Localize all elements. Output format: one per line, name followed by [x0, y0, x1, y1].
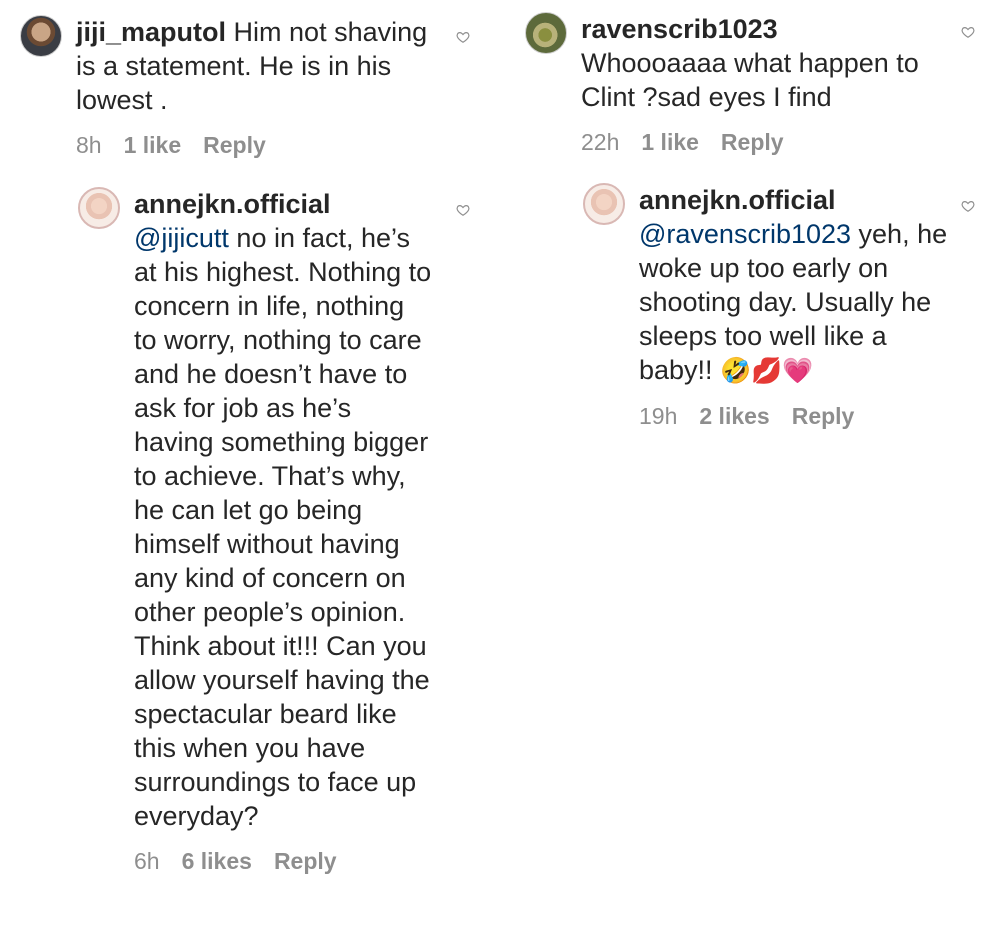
- reply-button[interactable]: Reply: [721, 129, 784, 156]
- heart-outline-icon[interactable]: [961, 25, 975, 39]
- likes-count[interactable]: 1 like: [641, 129, 699, 156]
- comment-text: annejkn.official @ravenscrib1023 yeh, he…: [639, 183, 957, 388]
- avatar[interactable]: [78, 187, 120, 229]
- heart-outline-icon[interactable]: [456, 203, 470, 217]
- username[interactable]: annejkn.official: [134, 189, 331, 219]
- comment-content: no in fact, he’s at his highest. Nothing…: [134, 223, 432, 831]
- username[interactable]: jiji_maputol: [76, 17, 226, 47]
- comment-content: Whoooaaaa what happen to Clint ?sad eyes…: [581, 48, 919, 112]
- reply-button[interactable]: Reply: [792, 403, 855, 430]
- comment-text: ravenscrib1023 Whoooaaaa what happen to …: [581, 12, 941, 114]
- comment-text: annejkn.official @jijicutt no in fact, h…: [134, 187, 434, 833]
- avatar[interactable]: [20, 15, 62, 57]
- heart-outline-icon[interactable]: [456, 30, 470, 44]
- avatar[interactable]: [525, 12, 567, 54]
- reply-button[interactable]: Reply: [203, 132, 266, 159]
- likes-count[interactable]: 6 likes: [182, 848, 252, 875]
- username[interactable]: ravenscrib1023: [581, 14, 778, 44]
- likes-count[interactable]: 2 likes: [699, 403, 769, 430]
- avatar[interactable]: [583, 183, 625, 225]
- comment-time: 6h: [134, 848, 160, 874]
- username[interactable]: annejkn.official: [639, 185, 836, 215]
- reply-button[interactable]: Reply: [274, 848, 337, 875]
- comment-meta: 8h 1 like Reply: [76, 132, 446, 159]
- comment-body: annejkn.official @ravenscrib1023 yeh, he…: [639, 183, 957, 430]
- comment-time: 8h: [76, 132, 102, 158]
- reply-comment: annejkn.official @jijicutt no in fact, h…: [78, 187, 458, 875]
- likes-count[interactable]: 1 like: [124, 132, 182, 159]
- emoji-group: 🤣💋💗: [720, 356, 814, 385]
- reply-comment: annejkn.official @ravenscrib1023 yeh, he…: [583, 183, 963, 430]
- comment-meta: 19h 2 likes Reply: [639, 403, 957, 430]
- comment-body: annejkn.official @jijicutt no in fact, h…: [134, 187, 434, 875]
- comment-body: ravenscrib1023 Whoooaaaa what happen to …: [581, 12, 941, 156]
- heart-outline-icon[interactable]: [961, 199, 975, 213]
- comment-meta: 22h 1 like Reply: [581, 129, 941, 156]
- comment-text: jiji_maputol Him not shaving is a statem…: [76, 15, 446, 117]
- mention-link[interactable]: @ravenscrib1023: [639, 219, 851, 249]
- comment-meta: 6h 6 likes Reply: [134, 848, 434, 875]
- comment-body: jiji_maputol Him not shaving is a statem…: [76, 15, 446, 159]
- comment-time: 22h: [581, 129, 620, 155]
- comment: ravenscrib1023 Whoooaaaa what happen to …: [525, 12, 965, 156]
- mention-link[interactable]: @jijicutt: [134, 223, 229, 253]
- comment-time: 19h: [639, 403, 678, 429]
- comment: jiji_maputol Him not shaving is a statem…: [20, 15, 460, 159]
